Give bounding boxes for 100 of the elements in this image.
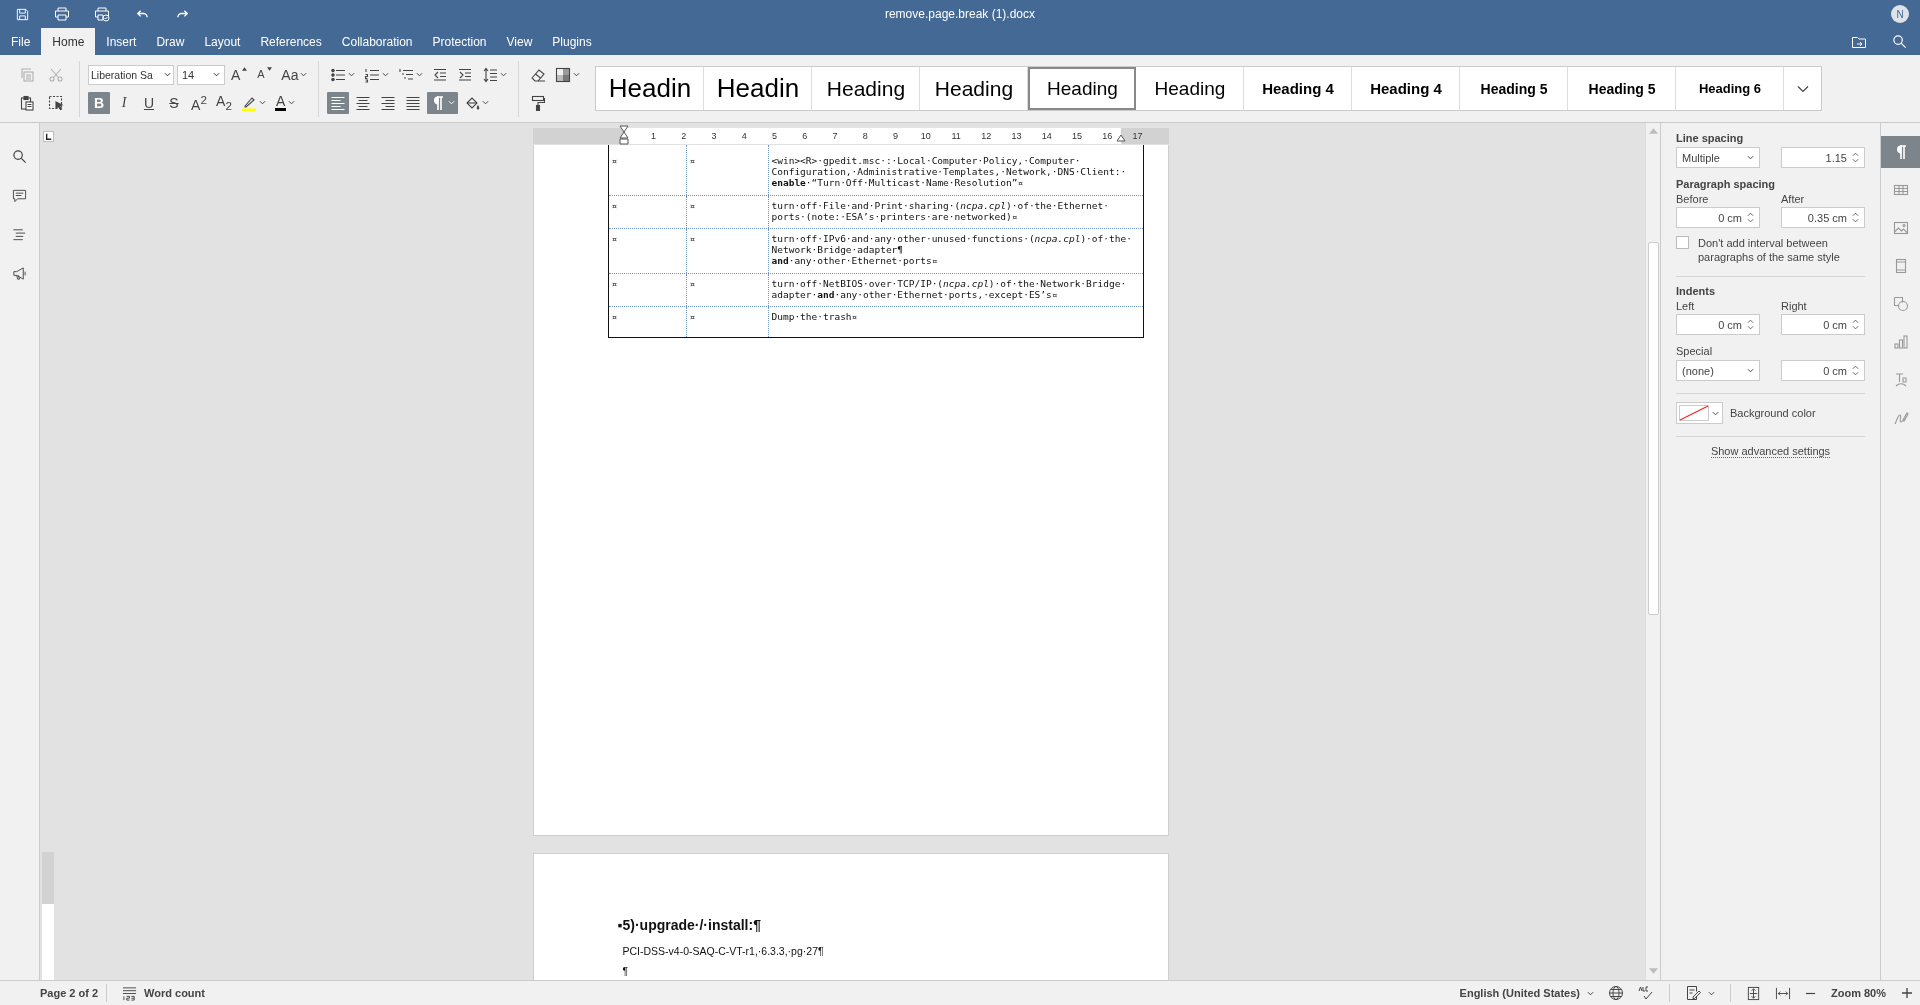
style-preset[interactable]: Heading bbox=[812, 67, 921, 110]
decrease-font-size-button[interactable]: A bbox=[253, 63, 276, 86]
table-cell: ¤ bbox=[686, 307, 769, 338]
caret-icon bbox=[348, 71, 356, 78]
table-cell-text: <win><R>·gpedit.msc·:·Local·Computer·Policy,·Computer· Configuration,·Administrative·Templates,·Network,·DNS·Client:· enable·“Turn·Off·Multicast·Name·Resolution”¤ bbox=[770, 154, 1128, 191]
style-preset[interactable]: Heading 6 bbox=[1676, 67, 1785, 110]
menu-tab[interactable]: File bbox=[2, 28, 40, 55]
section-label: Line spacing bbox=[1676, 132, 1745, 144]
italic-button[interactable]: I bbox=[113, 91, 135, 114]
font-size-field[interactable]: 14 bbox=[177, 64, 225, 85]
menu-tab[interactable]: Plugins bbox=[543, 28, 601, 55]
spinner-icon[interactable] bbox=[1852, 211, 1859, 224]
style-preset[interactable]: Heading bbox=[1028, 67, 1137, 110]
menu-tab[interactable]: Protection bbox=[423, 28, 496, 55]
style-preset[interactable]: Headin bbox=[596, 67, 705, 110]
paragraph-text: PCI-DSS-v4-0-SAQ-C-VT-r1,·6.3.3,·pg·27¶ bbox=[622, 945, 825, 957]
paragraph-marks-button[interactable] bbox=[427, 91, 459, 114]
indent-marker-icon[interactable] bbox=[618, 125, 629, 145]
font-name-field[interactable]: Liberation Sa bbox=[88, 64, 174, 85]
align-left-button[interactable] bbox=[327, 91, 350, 114]
advanced-settings-link[interactable]: Show advanced settings bbox=[1710, 445, 1831, 458]
ruler-number: 15 bbox=[1072, 131, 1083, 141]
line-spacing-dropdown[interactable]: Multiple bbox=[1676, 147, 1760, 168]
background-color-picker[interactable] bbox=[1676, 402, 1723, 424]
menu-tab[interactable]: Insert bbox=[97, 28, 146, 55]
table-cell-text: Dump·the·trash¤ bbox=[770, 310, 859, 325]
ruler-number: 5 bbox=[772, 131, 778, 141]
scrollbar-thumb[interactable] bbox=[1647, 242, 1659, 615]
table-cell: ¤ bbox=[686, 195, 769, 228]
style-preset[interactable]: Heading 4 bbox=[1244, 67, 1353, 110]
settings-tab[interactable] bbox=[1881, 136, 1920, 168]
spinner-icon[interactable] bbox=[1852, 151, 1859, 164]
window-title: remove.page.break (1).docx bbox=[884, 7, 1036, 21]
superscript-button[interactable]: A$^{2}$ bbox=[188, 91, 210, 114]
underline-button[interactable]: U bbox=[138, 91, 160, 114]
spacing-after-field[interactable]: 0.35 cm bbox=[1781, 207, 1865, 228]
menu-tab[interactable]: Collaboration bbox=[332, 28, 422, 55]
menu-tab[interactable]: Layout bbox=[195, 28, 250, 55]
comment-icon bbox=[12, 187, 27, 203]
copy-icon bbox=[19, 66, 35, 83]
caret-icon bbox=[164, 71, 171, 78]
style-preset[interactable]: Heading 4 bbox=[1352, 67, 1461, 110]
table-cell: ¤ bbox=[608, 229, 687, 273]
table-cell-text: turn·off·IPv6·and·any·other·unused·functions·(ncpa.cpl)·of·the· Network·Bridge·adapter¶ and·any·other·Ethernet·ports¤ bbox=[770, 232, 1133, 269]
style-preset[interactable]: Heading 5 bbox=[1568, 67, 1677, 110]
page-count: Page 2 of 2 bbox=[40, 987, 99, 999]
subscript-button[interactable]: A$_{2}$ bbox=[213, 91, 235, 114]
indent-marker-icon[interactable] bbox=[1115, 134, 1126, 142]
special-indent-dropdown[interactable]: (none) bbox=[1676, 360, 1760, 381]
special-indent-field[interactable]: 0 cm bbox=[1781, 360, 1865, 381]
word-count-icon bbox=[122, 985, 138, 1001]
user-avatar[interactable]: N bbox=[1891, 5, 1909, 23]
ruler-number: 2 bbox=[681, 131, 687, 141]
ruler-number: 12 bbox=[981, 131, 992, 141]
line-spacing-icon bbox=[482, 66, 499, 83]
align-right-icon bbox=[380, 94, 397, 111]
ruler-number: 1 bbox=[651, 131, 657, 141]
indent-right-field[interactable]: 0 cm bbox=[1781, 314, 1865, 335]
ruler-number: 17 bbox=[1132, 131, 1143, 141]
increase-font-size-button[interactable]: A bbox=[228, 63, 251, 86]
indent-left-field[interactable]: 0 cm bbox=[1676, 314, 1760, 335]
style-preset[interactable]: Heading bbox=[1136, 67, 1245, 110]
menu-tab[interactable]: View bbox=[497, 28, 542, 55]
spinner-icon[interactable] bbox=[1747, 318, 1754, 331]
ruler-number: 16 bbox=[1102, 131, 1113, 141]
checkbox[interactable] bbox=[1676, 236, 1689, 249]
caret-icon bbox=[213, 71, 220, 78]
menu-tab[interactable]: References bbox=[251, 28, 331, 55]
bold-button[interactable]: B bbox=[88, 91, 110, 114]
table-cell: ¤ bbox=[686, 273, 769, 307]
down-triangle-icon bbox=[266, 66, 272, 71]
search-icon bbox=[1891, 34, 1907, 49]
caret-icon bbox=[1708, 989, 1715, 997]
field-label: Background color bbox=[1730, 407, 1816, 419]
caret-icon bbox=[1747, 154, 1754, 161]
menu-tab[interactable]: Draw bbox=[147, 28, 194, 55]
font-color-button[interactable]: A bbox=[272, 91, 299, 114]
track-changes-icon bbox=[1685, 985, 1701, 1001]
spacing-before-field[interactable]: 0 cm bbox=[1676, 207, 1760, 228]
no-color-swatch-icon bbox=[1679, 405, 1709, 421]
spinner-icon[interactable] bbox=[1852, 364, 1859, 377]
line-spacing-field[interactable]: 1.15 bbox=[1781, 147, 1865, 168]
table-cell: ¤ bbox=[608, 145, 687, 195]
strikethrough-button[interactable]: S bbox=[163, 91, 185, 114]
style-preset[interactable]: Heading 5 bbox=[1460, 67, 1569, 110]
change-case-button[interactable]: Aa bbox=[278, 63, 311, 86]
language-dropdown[interactable]: English (United States) bbox=[1452, 987, 1601, 999]
menu-tab[interactable]: Home bbox=[41, 28, 96, 55]
style-preset[interactable]: Heading bbox=[920, 67, 1029, 110]
style-preset[interactable]: Headin bbox=[704, 67, 813, 110]
decrease-indent-icon bbox=[432, 66, 449, 83]
fit-page-icon bbox=[1746, 985, 1761, 1001]
justify-icon bbox=[405, 94, 422, 111]
ruler-number: 13 bbox=[1011, 131, 1022, 141]
increase-indent-icon bbox=[457, 66, 474, 83]
spinner-icon[interactable] bbox=[1747, 211, 1754, 224]
table-icon bbox=[1892, 182, 1909, 198]
word-count-button[interactable]: Word count bbox=[115, 985, 212, 1001]
spinner-icon[interactable] bbox=[1852, 318, 1859, 331]
bar-chart-icon bbox=[1892, 334, 1909, 350]
